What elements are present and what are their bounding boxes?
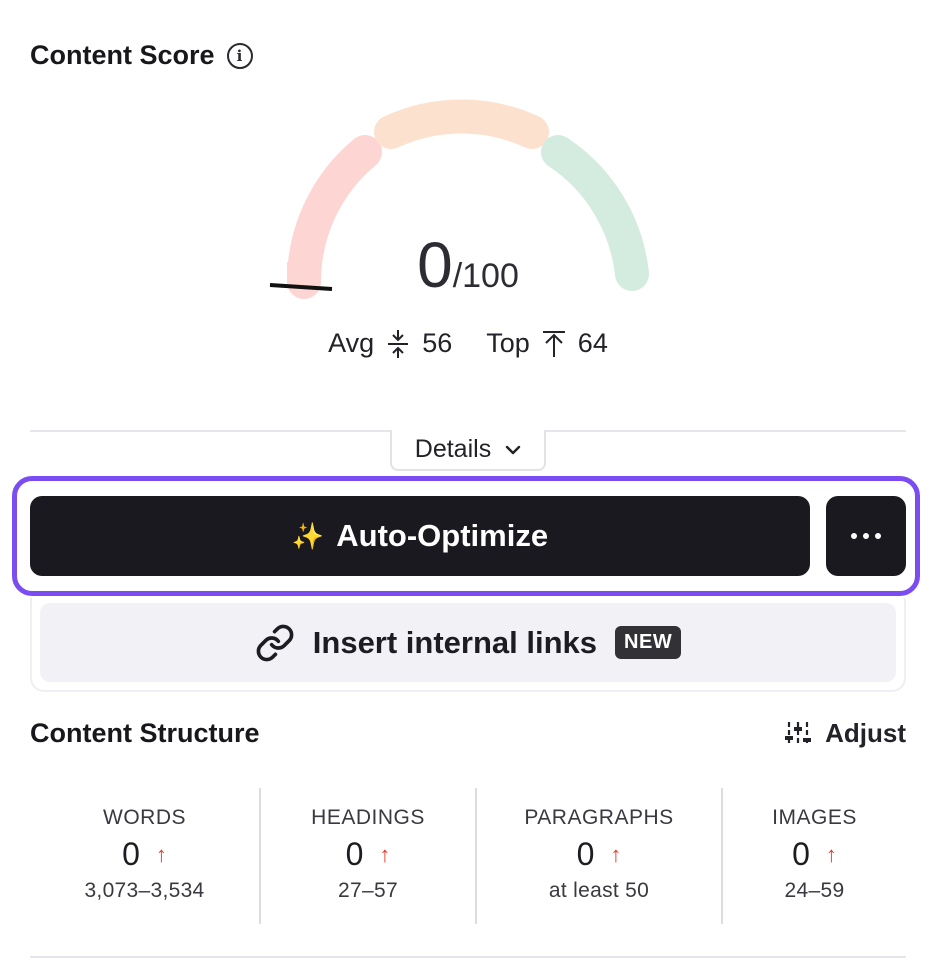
metric-value-row: 0 ↑ xyxy=(122,836,167,873)
gauge-segment-high xyxy=(541,135,649,291)
more-icon xyxy=(851,533,857,539)
metric-value: 0 xyxy=(345,836,364,872)
content-structure-title: Content Structure xyxy=(30,718,260,748)
adjust-label: Adjust xyxy=(825,718,906,748)
metric-range: at least 50 xyxy=(548,879,650,902)
compress-arrows-icon xyxy=(388,329,409,358)
arrow-to-top-icon xyxy=(542,330,565,357)
gauge-low-cap xyxy=(287,262,321,284)
metric-label: IMAGES xyxy=(772,806,857,829)
details-label: Details xyxy=(414,435,492,463)
score-gauge xyxy=(269,99,649,299)
metric-words: WORDS 0 ↑ 3,073–3,534 xyxy=(30,788,259,924)
gauge-segment-mid xyxy=(374,99,549,149)
top-stat: Top 64 xyxy=(486,328,608,359)
more-options-button[interactable] xyxy=(826,496,906,576)
arrow-up-icon: ↑ xyxy=(155,841,167,867)
metric-value-row: 0 ↑ xyxy=(346,836,391,873)
arrow-up-icon: ↑ xyxy=(379,841,391,867)
metric-value: 0 xyxy=(792,836,810,872)
insert-internal-links-button[interactable]: Insert internal links NEW xyxy=(40,603,896,682)
auto-optimize-label: Auto-Optimize xyxy=(336,518,549,553)
content-structure-header: Content Structure Adjust xyxy=(30,718,906,749)
metric-headings: HEADINGS 0 ↑ 27–57 xyxy=(259,788,475,924)
metric-value: 0 xyxy=(122,836,140,872)
metric-paragraphs: PARAGRAPHS 0 ↑ at least 50 xyxy=(475,788,721,924)
content-structure-metrics: WORDS 0 ↑ 3,073–3,534 HEADINGS 0 ↑ 27–57… xyxy=(30,788,906,924)
chevron-down-icon xyxy=(506,445,521,454)
auto-optimize-button[interactable]: ✨ Auto-Optimize xyxy=(30,496,810,576)
adjust-button[interactable]: Adjust xyxy=(783,718,906,749)
arrow-up-icon: ↑ xyxy=(825,841,837,867)
metric-value-row: 0 ↑ xyxy=(792,836,837,873)
arrow-up-icon: ↑ xyxy=(610,841,622,867)
metric-value: 0 xyxy=(576,836,595,872)
metric-range: 3,073–3,534 xyxy=(84,879,205,902)
avg-stat: Avg 56 xyxy=(328,328,452,359)
metric-range: 27–57 xyxy=(338,879,398,902)
avg-label: Avg xyxy=(328,328,375,358)
top-value: 64 xyxy=(577,328,608,358)
metric-label: HEADINGS xyxy=(311,806,425,829)
bottom-divider xyxy=(30,956,906,958)
avg-value: 56 xyxy=(422,328,453,358)
gauge-marker xyxy=(269,283,333,291)
link-icon xyxy=(256,624,294,661)
metric-label: WORDS xyxy=(103,806,186,829)
metric-label: PARAGRAPHS xyxy=(524,806,674,829)
insert-links-label: Insert internal links xyxy=(312,624,598,660)
metric-range: 24–59 xyxy=(784,879,845,902)
sparkles-icon: ✨ xyxy=(291,520,325,551)
details-toggle-button[interactable]: Details xyxy=(390,430,546,471)
new-badge: NEW xyxy=(615,626,682,659)
sliders-icon xyxy=(785,721,812,746)
metric-images: IMAGES 0 ↑ 24–59 xyxy=(721,788,906,924)
score-benchmarks: Avg 56 Top 64 xyxy=(0,328,936,359)
top-label: Top xyxy=(486,328,530,358)
metric-value-row: 0 ↑ xyxy=(577,836,622,873)
